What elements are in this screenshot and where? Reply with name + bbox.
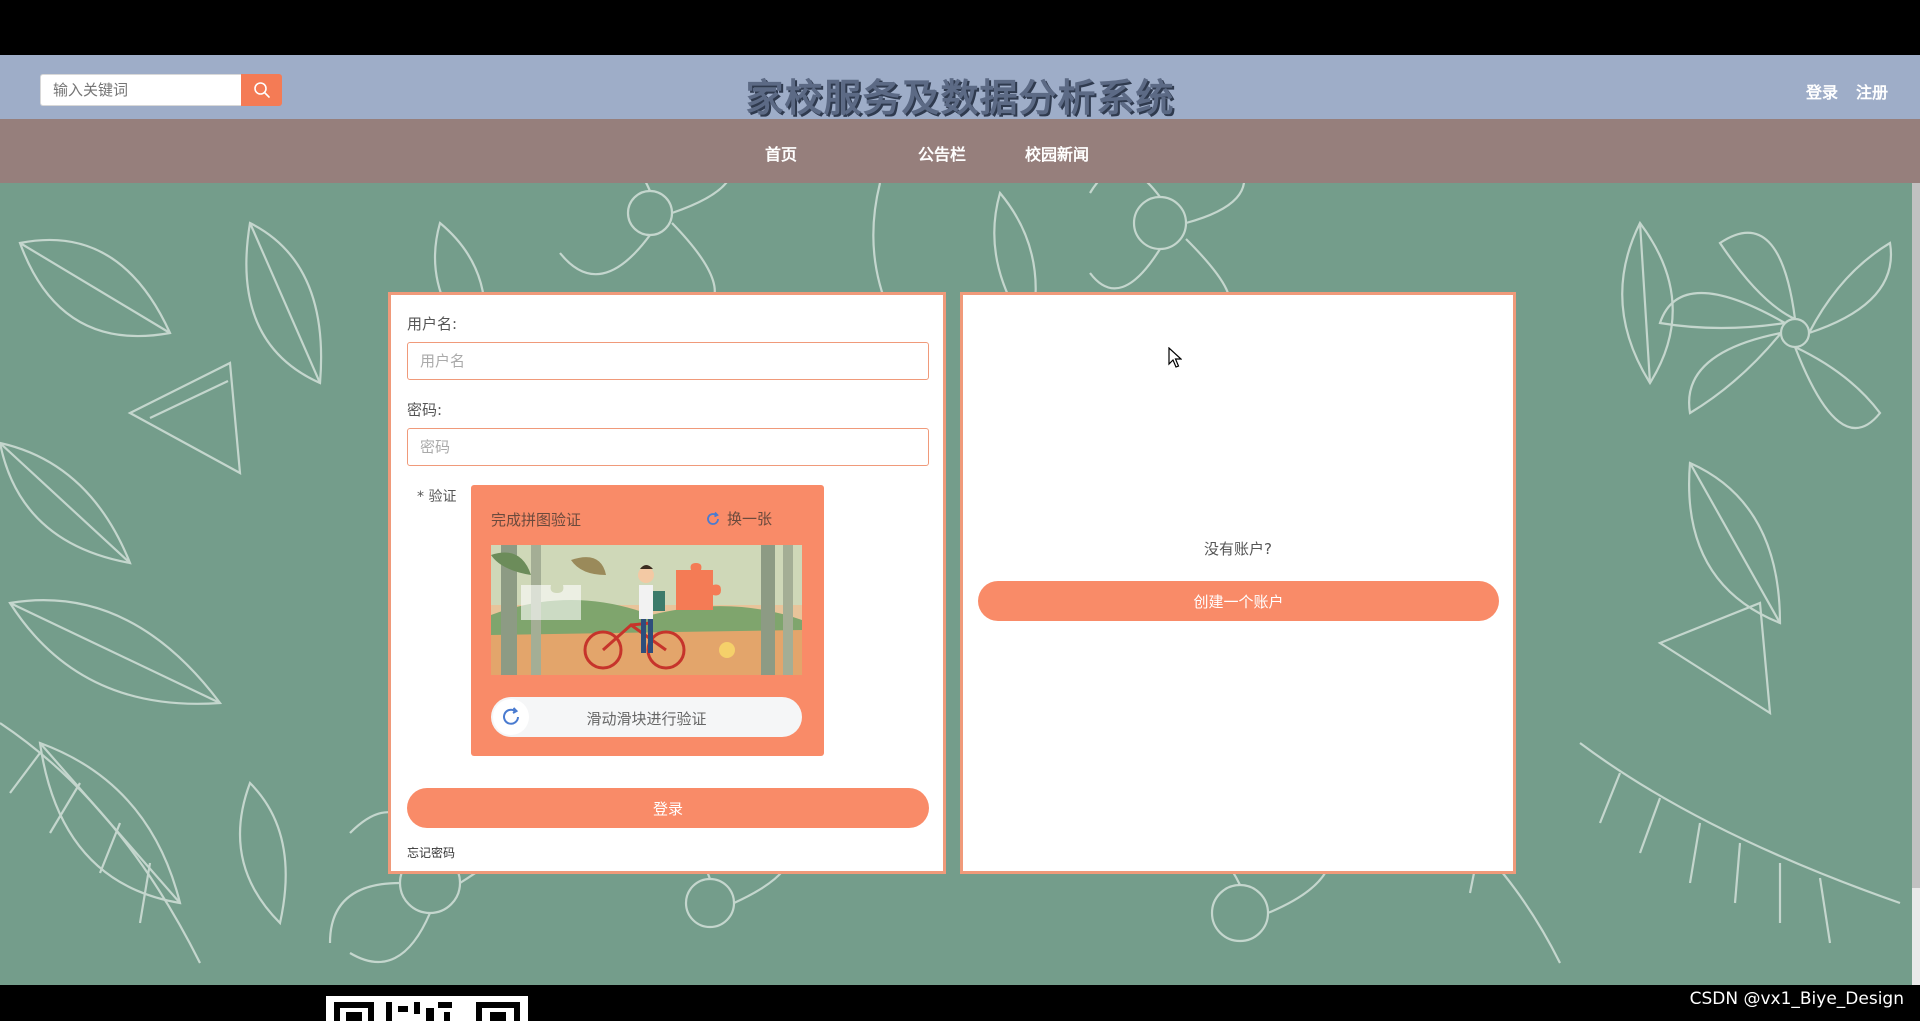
slider-hint: 滑动滑块进行验证: [586, 710, 707, 728]
register-card: 没有账户? 创建一个账户: [960, 292, 1516, 874]
scrollbar-thumb[interactable]: [1912, 183, 1920, 888]
puzzle-image: [491, 545, 802, 675]
register-link[interactable]: 注册: [1856, 79, 1888, 103]
auth-links: 登录 注册: [1806, 79, 1888, 103]
footer-bar: [0, 985, 1920, 1021]
captcha-title: 完成拼图验证: [491, 511, 582, 529]
login-card: 用户名: 密码: * 验证 完成拼图验证 换一张: [388, 292, 946, 874]
forgot-password-link[interactable]: 忘记密码: [407, 844, 455, 861]
captcha-refresh-button[interactable]: 换一张: [705, 508, 772, 529]
verify-label: * 验证: [417, 489, 457, 505]
password-input[interactable]: [407, 428, 929, 466]
password-label: 密码:: [407, 401, 443, 419]
nav-item-notice-board[interactable]: 公告栏: [918, 141, 966, 165]
nav-item-home[interactable]: 首页: [765, 141, 797, 165]
csdn-watermark: CSDN @vx1_Biye_Design: [1689, 989, 1904, 1009]
username-input[interactable]: [407, 342, 929, 380]
no-account-text: 没有账户?: [1204, 540, 1272, 558]
floral-pattern: [0, 183, 1901, 964]
login-link[interactable]: 登录: [1806, 79, 1838, 103]
username-label: 用户名:: [407, 315, 458, 333]
site-title: 家校服务及数据分析系统: [745, 76, 1175, 120]
captcha-refresh-label: 换一张: [727, 510, 773, 528]
floral-background: [0, 183, 1912, 985]
login-button[interactable]: 登录: [407, 788, 929, 828]
main-nav: 首页 公告栏 校园新闻: [0, 119, 1920, 183]
captcha-slider[interactable]: 滑动滑块进行验证: [491, 697, 802, 737]
top-header: 家校服务及数据分析系统 登录 注册: [0, 55, 1920, 120]
mouse-cursor-icon: [1168, 347, 1182, 368]
qr-code-image: [326, 996, 528, 1021]
refresh-icon: [707, 511, 719, 525]
puzzle-captcha: 完成拼图验证 换一张 滑动滑块进行验证: [471, 485, 824, 756]
nav-item-campus-news[interactable]: 校园新闻: [1025, 141, 1089, 165]
create-account-button[interactable]: 创建一个账户: [978, 581, 1499, 621]
